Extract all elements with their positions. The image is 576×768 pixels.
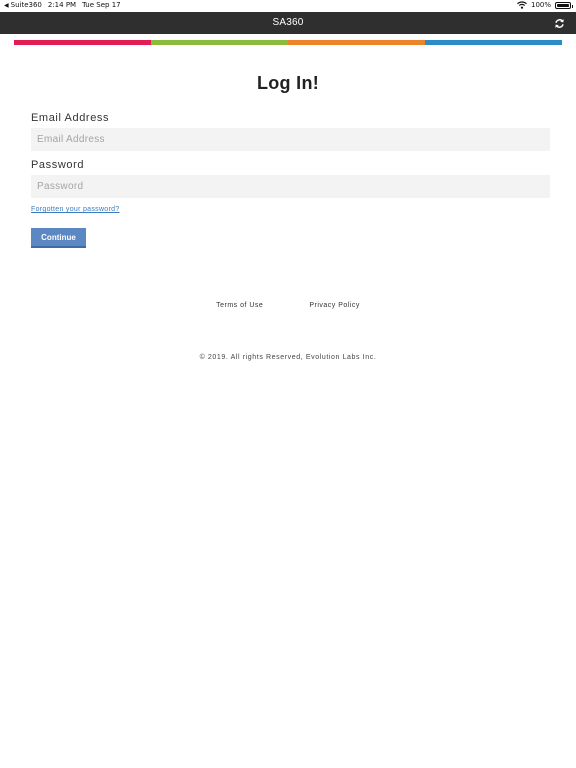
stripe-segment-green <box>151 40 288 45</box>
back-to-app-button[interactable]: ◀ Suite360 <box>4 1 42 9</box>
status-bar: ◀ Suite360 2:14 PM Tue Sep 17 100% <box>0 0 576 12</box>
status-time: 2:14 PM <box>47 1 77 9</box>
continue-button[interactable]: Continue <box>31 228 86 248</box>
stripe-segment-blue <box>425 40 562 45</box>
copyright-notice: © 2019. All rights Reserved, Evolution L… <box>199 354 377 361</box>
status-date: Tue Sep 17 <box>82 1 121 9</box>
email-field[interactable] <box>31 128 550 151</box>
wifi-icon <box>517 1 527 9</box>
page-title: Log In! <box>256 73 320 93</box>
refresh-icon <box>554 18 564 28</box>
terms-of-use-link[interactable]: Terms of Use <box>216 302 263 309</box>
stripe-segment-red <box>14 40 151 45</box>
footer-links: Terms of Use Privacy Policy <box>0 302 576 309</box>
brand-color-stripe <box>14 40 562 45</box>
privacy-policy-link[interactable]: Privacy Policy <box>309 302 360 309</box>
email-label: Email Address <box>31 112 110 124</box>
refresh-button[interactable] <box>552 16 566 30</box>
password-label: Password <box>31 159 85 171</box>
battery-icon <box>555 1 573 9</box>
forgot-password-link[interactable]: Forgotten your password? <box>31 206 120 213</box>
app-title: SA360 <box>272 17 304 28</box>
back-app-label: Suite360 <box>10 1 42 9</box>
app-nav-bar: SA360 <box>0 12 576 34</box>
back-triangle-icon: ◀ <box>4 1 9 9</box>
password-field[interactable] <box>31 175 550 198</box>
battery-percent: 100% <box>530 1 551 9</box>
status-bar-right: 100% <box>517 1 573 9</box>
stripe-segment-orange <box>288 40 425 45</box>
status-bar-left: ◀ Suite360 2:14 PM Tue Sep 17 <box>4 1 121 9</box>
